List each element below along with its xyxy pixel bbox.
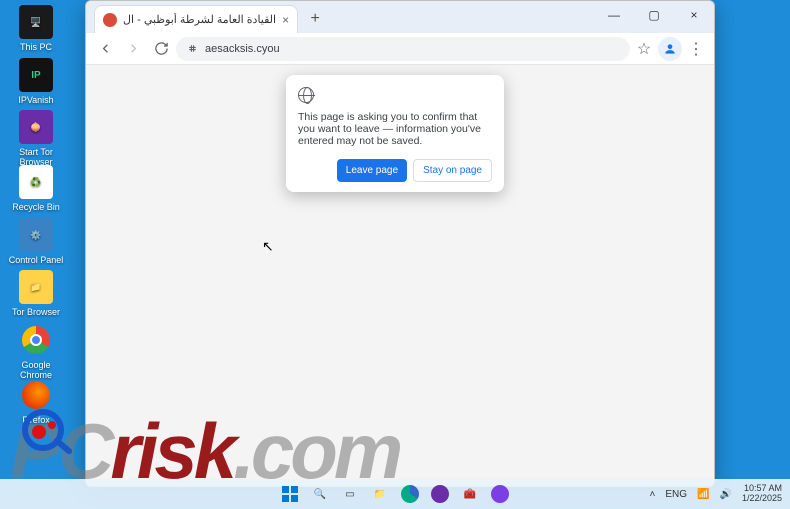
desktop-icon-chrome[interactable]: Google Chrome [6, 323, 66, 380]
desktop-icon-ipvanish[interactable]: IP IPVanish [6, 58, 66, 105]
browser-tab[interactable]: القيادة العامة لشرطة أبوظبي - ال × [94, 5, 298, 33]
icon-label: IPVanish [18, 95, 53, 105]
firefox-icon [19, 378, 53, 412]
browser-menu-icon[interactable]: ⋮ [684, 37, 708, 61]
browser-window: القيادة العامة لشرطة أبوظبي - ال × + — ▢… [85, 0, 715, 487]
recycle-icon: ♻️ [19, 165, 53, 199]
desktop-icon-control-panel[interactable]: ⚙️ Control Panel [6, 218, 66, 265]
site-info-icon[interactable] [186, 42, 199, 55]
window-maximize-button[interactable]: ▢ [634, 1, 674, 29]
edge-icon[interactable] [400, 484, 420, 504]
dialog-message: This page is asking you to confirm that … [298, 111, 492, 147]
desktop-icon-start-tor[interactable]: 🧅 Start Tor Browser [6, 110, 66, 167]
window-minimize-button[interactable]: — [594, 1, 634, 29]
network-icon[interactable]: 📶 [697, 489, 709, 500]
address-bar[interactable]: aesacksis.cyou [176, 37, 630, 61]
monitor-icon: 🖥️ [19, 5, 53, 39]
desktop-icon-tor-browser[interactable]: 📁 Tor Browser [6, 270, 66, 317]
leave-page-button[interactable]: Leave page [337, 159, 407, 182]
taskbar-app-icon[interactable] [490, 484, 510, 504]
title-bar: القيادة العامة لشرطة أبوظبي - ال × + — ▢… [86, 1, 714, 33]
reload-button[interactable] [148, 36, 174, 62]
ipvanish-icon: IP [19, 58, 53, 92]
icon-label: Google Chrome [6, 360, 66, 380]
taskbar[interactable]: 🔍 ▭ 📁 🧰 ˄ ENG 📶 🔊 10:57 AM 1/22/2025 [0, 479, 790, 509]
back-button[interactable] [92, 36, 118, 62]
url-text: aesacksis.cyou [205, 43, 280, 55]
icon-label: Tor Browser [12, 307, 60, 317]
explorer-icon[interactable]: 📁 [370, 484, 390, 504]
desktop-icon-recycle-bin[interactable]: ♻️ Recycle Bin [6, 165, 66, 212]
taskbar-center: 🔍 ▭ 📁 🧰 [280, 484, 510, 504]
leave-page-dialog: This page is asking you to confirm that … [286, 75, 504, 192]
icon-label: Start Tor Browser [6, 147, 66, 167]
store-icon[interactable]: 🧰 [460, 484, 480, 504]
bookmark-star-icon[interactable]: ☆ [632, 37, 656, 61]
taskbar-tor-icon[interactable] [430, 484, 450, 504]
icon-label: Control Panel [9, 255, 64, 265]
globe-icon [298, 87, 314, 103]
control-panel-icon: ⚙️ [19, 218, 53, 252]
tor-icon: 🧅 [19, 110, 53, 144]
profile-avatar[interactable] [658, 37, 682, 61]
tab-favicon [103, 13, 117, 27]
new-tab-button[interactable]: + [304, 8, 326, 30]
task-view-icon[interactable]: ▭ [340, 484, 360, 504]
stay-on-page-button[interactable]: Stay on page [413, 159, 492, 182]
folder-icon: 📁 [19, 270, 53, 304]
desktop-icon-this-pc[interactable]: 🖥️ This PC [6, 5, 66, 52]
search-icon[interactable]: 🔍 [310, 484, 330, 504]
start-button[interactable] [280, 484, 300, 504]
taskbar-clock[interactable]: 10:57 AM 1/22/2025 [742, 484, 782, 504]
close-tab-icon[interactable]: × [282, 13, 289, 27]
browser-toolbar: aesacksis.cyou ☆ ⋮ [86, 33, 714, 65]
tab-title: القيادة العامة لشرطة أبوظبي - ال [123, 13, 276, 26]
mouse-cursor-icon: ↖ [262, 238, 274, 255]
forward-button[interactable] [120, 36, 146, 62]
page-viewport: This page is asking you to confirm that … [86, 65, 714, 486]
icon-label: This PC [20, 42, 52, 52]
icon-label: Firefox [22, 415, 50, 425]
volume-icon[interactable]: 🔊 [720, 489, 732, 500]
chrome-icon [19, 323, 53, 357]
clock-date: 1/22/2025 [742, 494, 782, 504]
language-indicator[interactable]: ENG [665, 489, 687, 500]
system-tray[interactable]: ˄ ENG 📶 🔊 10:57 AM 1/22/2025 [650, 484, 782, 504]
desktop-icon-firefox[interactable]: Firefox [6, 378, 66, 425]
tray-chevron-icon[interactable]: ˄ [650, 489, 656, 500]
window-close-button[interactable]: × [674, 1, 714, 29]
icon-label: Recycle Bin [12, 202, 60, 212]
